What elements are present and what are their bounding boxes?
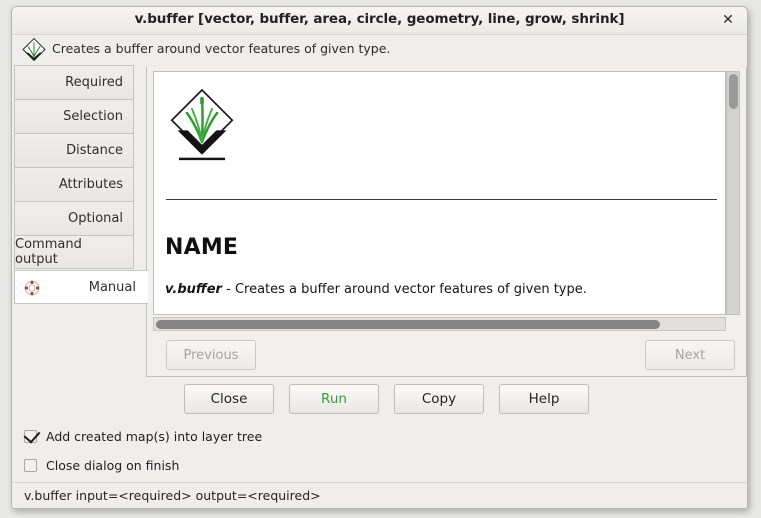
previous-button[interactable]: Previous — [166, 340, 256, 370]
manual-panel: NAME v.buffer - Creates a buffer around … — [146, 67, 747, 377]
document-divider — [166, 199, 717, 200]
horizontal-scrollbar[interactable] — [153, 317, 726, 331]
checkbox-label: Add created map(s) into layer tree — [46, 429, 263, 444]
tab-optional[interactable]: Optional — [14, 201, 134, 235]
command-dash: - — [221, 282, 235, 297]
close-dialog-on-finish-checkbox-row[interactable]: Close dialog on finish — [24, 458, 179, 473]
command-name: v.buffer — [165, 282, 222, 297]
tab-selection[interactable]: Selection — [14, 99, 134, 133]
grass-logo-icon — [166, 85, 238, 167]
close-icon[interactable]: ✕ — [718, 11, 738, 31]
tab-label: Manual — [88, 279, 136, 295]
grass-logo-icon — [21, 37, 47, 63]
title-bar: v.buffer [vector, buffer, area, circle, … — [12, 7, 747, 35]
checkbox-checked-icon[interactable] — [24, 430, 37, 443]
window-title: v.buffer [vector, buffer, area, circle, … — [134, 11, 625, 27]
page-title: NAME — [165, 235, 239, 260]
help-button[interactable]: Help — [499, 384, 589, 414]
status-bar: v.buffer input=<required> output=<requir… — [12, 482, 747, 508]
tab-label: Attributes — [58, 177, 123, 192]
lifebuoy-icon — [23, 279, 41, 297]
tab-label: Distance — [66, 143, 123, 158]
tab-distance[interactable]: Distance — [14, 133, 134, 167]
tab-label: Required — [65, 75, 123, 90]
vertical-scrollbar-thumb[interactable] — [729, 74, 738, 109]
dialog-window: v.buffer [vector, buffer, area, circle, … — [11, 6, 748, 509]
command-description-line: v.buffer - Creates a buffer around vecto… — [165, 282, 587, 297]
copy-button[interactable]: Copy — [394, 384, 484, 414]
status-command-text: v.buffer input=<required> output=<requir… — [24, 488, 321, 503]
vertical-scrollbar[interactable] — [726, 71, 740, 315]
horizontal-scrollbar-thumb[interactable] — [156, 320, 660, 329]
command-description: Creates a buffer around vector features … — [234, 282, 587, 297]
tab-label: Optional — [68, 211, 123, 226]
next-button[interactable]: Next — [645, 340, 735, 370]
dialog-header: Creates a buffer around vector features … — [12, 35, 747, 65]
header-description: Creates a buffer around vector features … — [52, 41, 391, 56]
manual-document: NAME v.buffer - Creates a buffer around … — [153, 71, 726, 315]
tab-label: Command output — [15, 237, 82, 267]
add-maps-to-layer-tree-checkbox-row[interactable]: Add created map(s) into layer tree — [24, 429, 262, 444]
tab-attributes[interactable]: Attributes — [14, 167, 134, 201]
checkbox-label: Close dialog on finish — [46, 458, 180, 473]
tab-label: Selection — [63, 109, 123, 124]
run-button[interactable]: Run — [289, 384, 379, 414]
tab-manual[interactable]: Manual — [14, 270, 148, 304]
tab-command-output[interactable]: Command output — [14, 235, 134, 269]
checkbox-unchecked-icon[interactable] — [24, 459, 37, 472]
tab-required[interactable]: Required — [14, 65, 134, 99]
close-button[interactable]: Close — [184, 384, 274, 414]
